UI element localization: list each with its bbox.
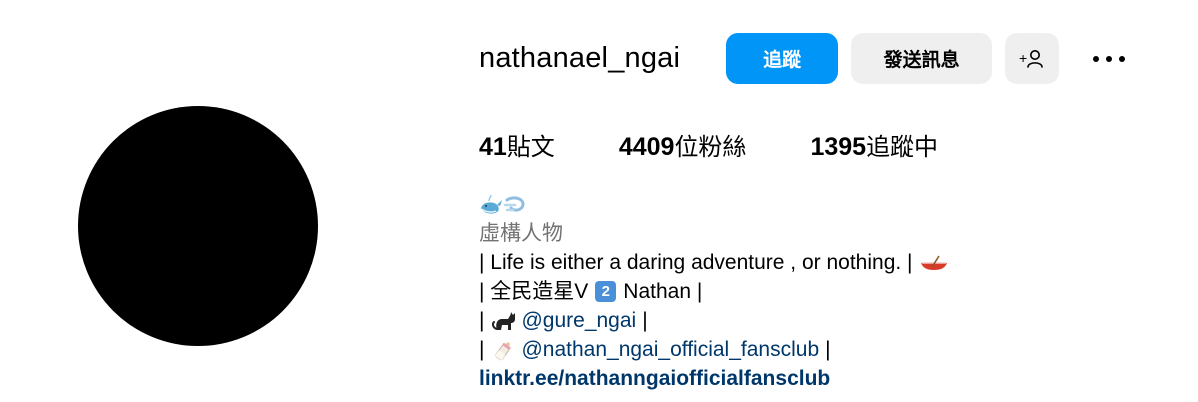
bio-line-2-text-b: Nathan | [623, 280, 703, 303]
bio-emoji-line [479, 190, 949, 219]
bio-line-3-suffix: | [642, 309, 648, 332]
posts-count: 41 [479, 132, 507, 161]
followers-count: 4409 [618, 132, 675, 161]
follow-button[interactable]: 追蹤 [726, 33, 839, 84]
add-user-button[interactable]: + [1005, 33, 1060, 84]
message-button[interactable]: 發送訊息 [851, 33, 993, 84]
posts-label: 貼文 [506, 132, 555, 161]
cat-icon [492, 311, 516, 330]
bio-line-1-text: | Life is either a daring adventure , or… [479, 251, 913, 274]
more-horizontal-icon [1093, 55, 1126, 62]
following-label: 追蹤中 [866, 132, 939, 161]
bio-line-4-prefix: | [479, 338, 485, 361]
followers-label: 位粉絲 [674, 132, 747, 161]
more-options-button[interactable] [1089, 33, 1129, 84]
bio-line-3: | @gure_ngai | [479, 306, 949, 335]
profile-stats: 41 貼文 4409 位粉絲 1395 追蹤中 [479, 126, 938, 162]
add-user-icon: + [1019, 50, 1043, 68]
profile-bio: 虛構人物 | Life is either a daring adventure… [479, 190, 949, 393]
following-stat[interactable]: 1395 追蹤中 [810, 127, 938, 162]
username: nathanael_ngai [479, 42, 681, 74]
followers-stat[interactable]: 4409 位粉絲 [619, 127, 747, 162]
bio-category-line: 虛構人物 [479, 219, 949, 248]
svg-text:+: + [1019, 50, 1027, 66]
dash-icon [503, 195, 525, 212]
bio-line-1: | Life is either a daring adventure , or… [479, 248, 949, 277]
keycap-two-icon: 2 [595, 281, 617, 302]
profile-header: nathanael_ngai 追蹤 發送訊息 + [479, 33, 1129, 84]
bio-line-4: | @nathan_ngai_official_fansclub | [479, 335, 949, 364]
profile-avatar[interactable] [78, 106, 318, 346]
bio-external-link-line: linktr.ee/nathanngaiofficialfansclub [479, 364, 949, 393]
bio-line-2: | 全民造星V 2 Nathan | [479, 277, 949, 306]
whale-icon [481, 194, 502, 214]
canoe-icon [920, 255, 947, 270]
baby-bottle-icon [495, 341, 512, 360]
profile-category: 虛構人物 [479, 221, 563, 245]
following-count: 1395 [810, 132, 867, 161]
bio-line-4-suffix: | [825, 338, 831, 361]
bio-line-3-prefix: | [479, 309, 485, 332]
posts-count-stat: 41 貼文 [479, 127, 555, 162]
mention-link-gure-ngai[interactable]: @gure_ngai [521, 306, 636, 335]
external-link[interactable]: linktr.ee/nathanngaiofficialfansclub [479, 364, 830, 393]
bio-line-2-text-a: | 全民造星V [479, 280, 589, 303]
mention-link-fansclub[interactable]: @nathan_ngai_official_fansclub [521, 335, 819, 364]
